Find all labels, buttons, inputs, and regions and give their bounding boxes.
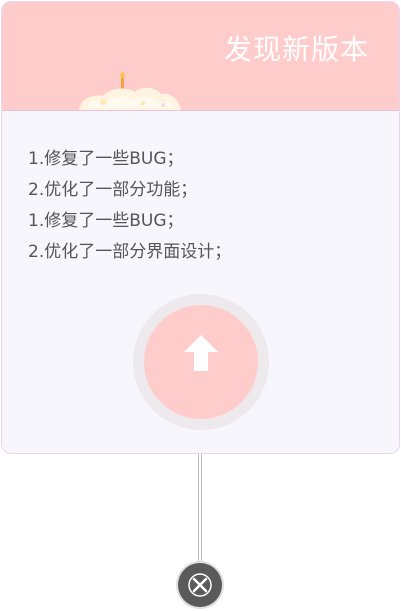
close-button[interactable]: [178, 563, 222, 607]
release-note-item: 2.优化了一部分界面设计；: [28, 242, 232, 262]
update-dialog: 发现新版本 1.修复了一些BUG； 2.优化了一部分功能； 1.修复了一些BUG…: [1, 1, 400, 454]
arrow-up-icon: [184, 335, 218, 371]
release-notes-list: 1.修复了一些BUG； 2.优化了一部分功能； 1.修复了一些BUG； 2.优化…: [28, 144, 231, 268]
cake-icon: [79, 72, 181, 110]
update-button[interactable]: [133, 294, 269, 430]
release-note-item: 2.优化了一部分功能；: [28, 180, 198, 200]
update-button-fill: [144, 305, 258, 419]
close-connector-line: [198, 454, 202, 569]
release-note-item: 1.修复了一些BUG；: [28, 211, 184, 231]
dialog-header: 发现新版本: [2, 2, 399, 111]
dialog-title: 发现新版本: [223, 33, 369, 66]
release-note-item: 1.修复了一些BUG；: [28, 149, 184, 169]
close-icon: [188, 573, 212, 597]
update-dialog-stage: 发现新版本 1.修复了一些BUG； 2.优化了一部分功能； 1.修复了一些BUG…: [0, 0, 401, 611]
